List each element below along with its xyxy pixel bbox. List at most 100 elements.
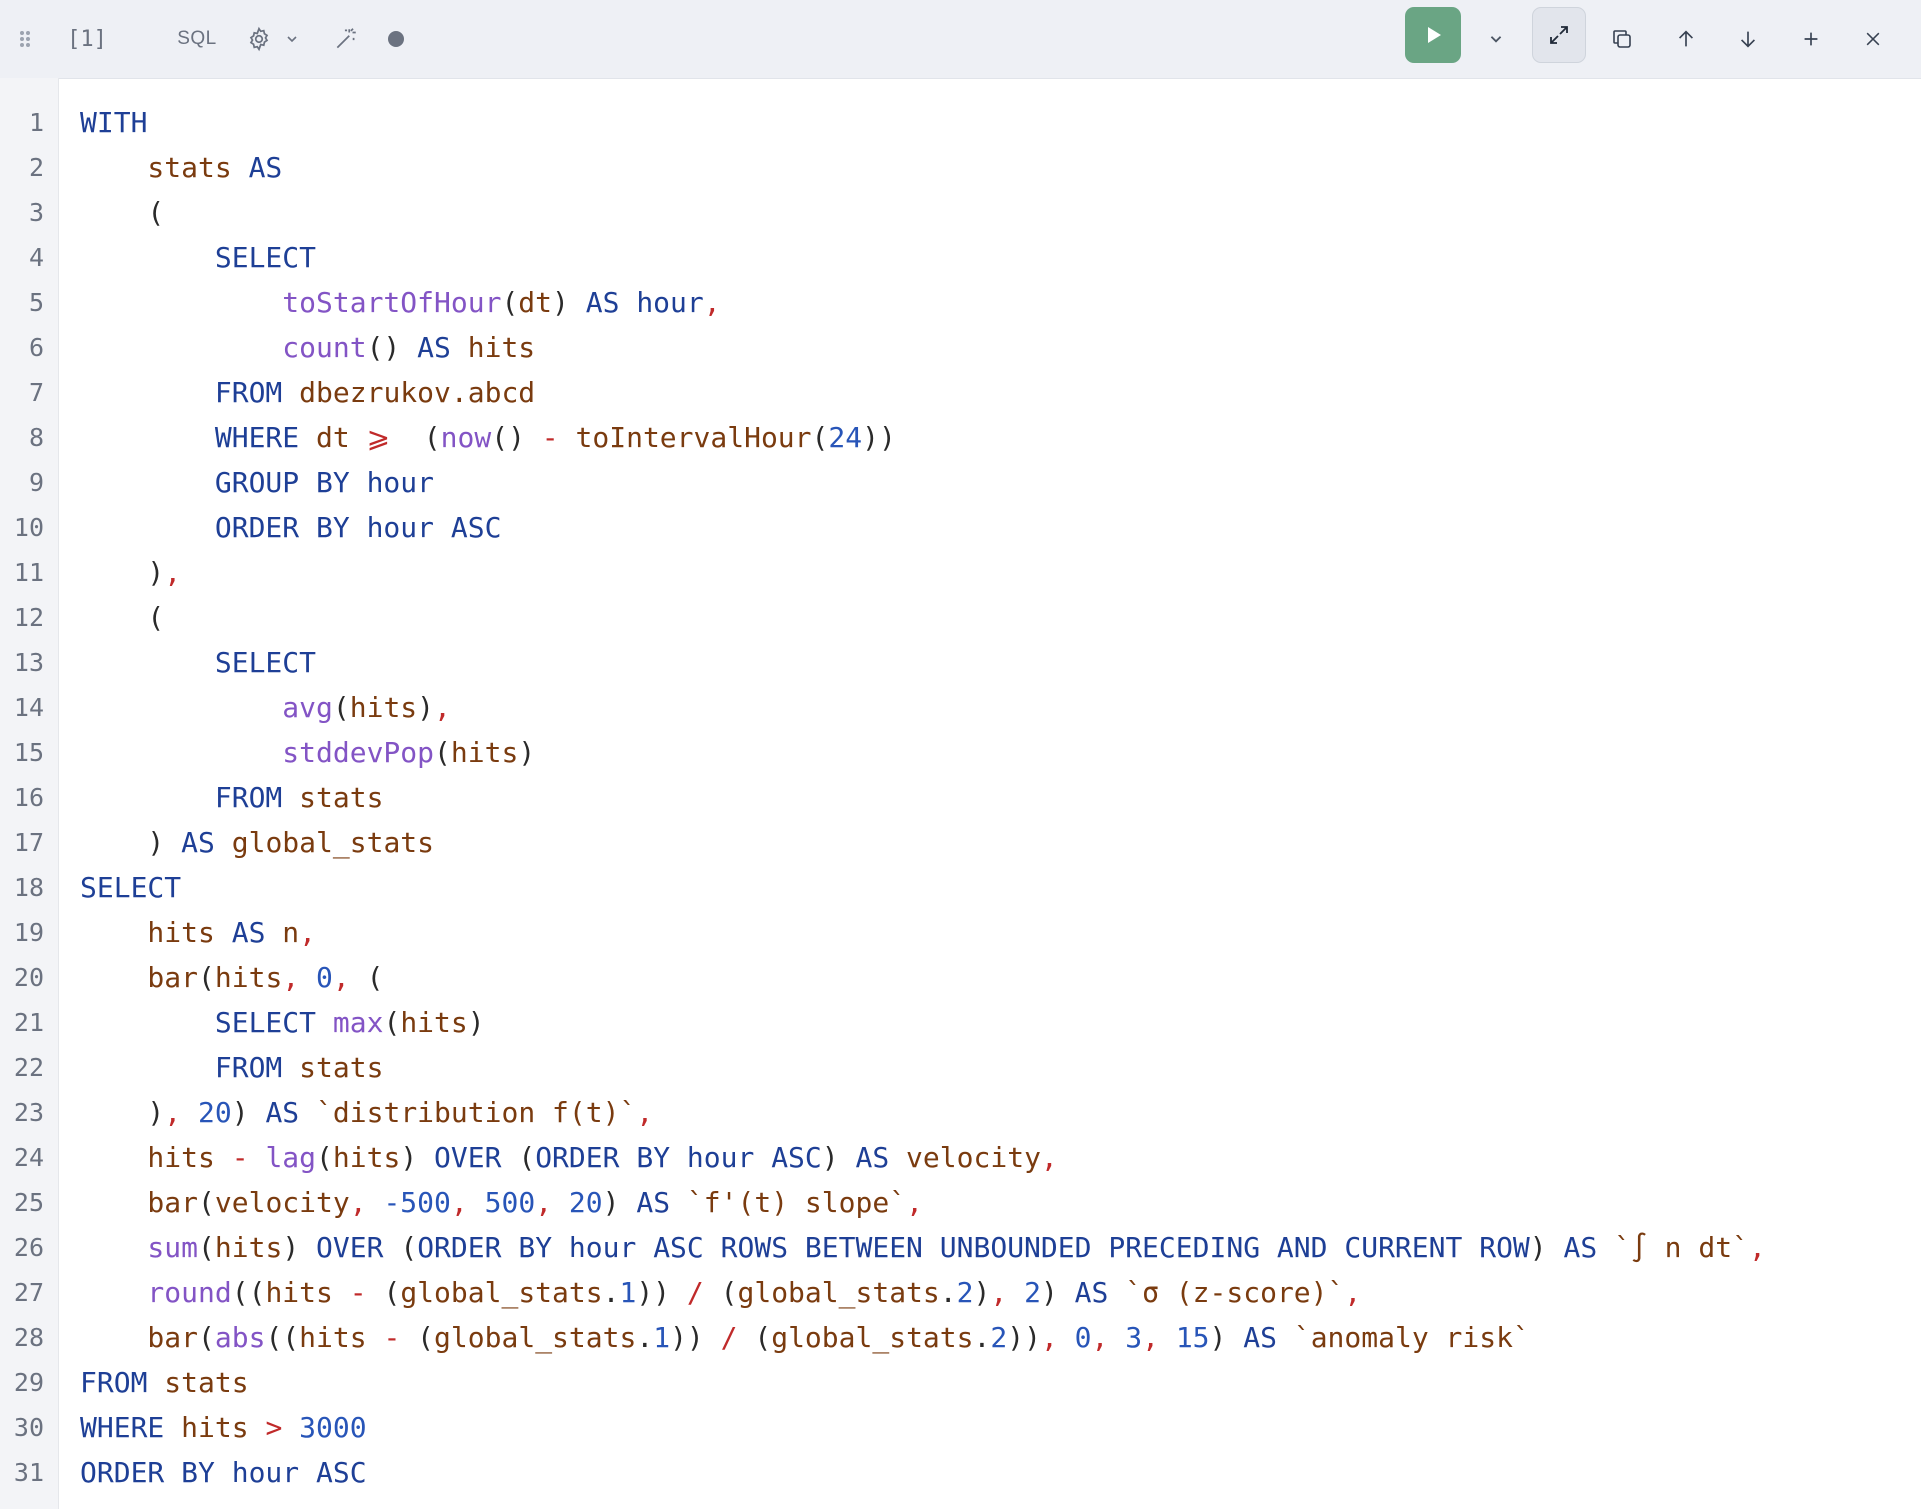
code-token: global_stats <box>771 1321 974 1354</box>
code-line[interactable]: 23 ), 20) AS `distribution f(t)`, <box>0 1090 1921 1135</box>
code-line[interactable]: 13 SELECT <box>0 640 1921 685</box>
code-line[interactable]: 8 WHERE dt ⩾ (now() - toIntervalHour(24)… <box>0 415 1921 460</box>
code-text[interactable]: SELECT <box>80 865 181 910</box>
code-line[interactable]: 19 hits AS n, <box>0 910 1921 955</box>
copy-icon[interactable] <box>1606 0 1638 78</box>
code-token: hour ASC <box>231 1456 367 1489</box>
code-token: global_stats <box>214 826 435 859</box>
code-token: ORDER BY <box>535 1141 671 1174</box>
code-line[interactable]: 18 SELECT <box>0 865 1921 910</box>
line-number: 7 <box>28 378 44 407</box>
code-text[interactable]: FROM stats <box>80 1045 384 1090</box>
code-token: max <box>332 1006 384 1039</box>
code-line[interactable]: 3 ( <box>0 190 1921 235</box>
run-options-chevron-icon[interactable] <box>1480 0 1512 78</box>
code-line[interactable]: 16 FROM stats <box>0 775 1921 820</box>
code-text[interactable]: bar(velocity, -500, 500, 20) AS `f'(t) s… <box>80 1180 923 1225</box>
code-text[interactable]: bar(abs((hits - (global_stats.1)) / (glo… <box>80 1315 1529 1360</box>
code-text[interactable]: ( <box>80 595 164 640</box>
code-text[interactable]: avg(hits), <box>80 685 451 730</box>
code-text[interactable]: stats AS <box>80 145 282 190</box>
code-token: ( <box>198 961 215 994</box>
code-token: AS <box>585 286 620 319</box>
code-line[interactable]: 22 FROM stats <box>0 1045 1921 1090</box>
code-line[interactable]: 17 ) AS global_stats <box>0 820 1921 865</box>
code-text[interactable]: SELECT <box>80 235 316 280</box>
code-text[interactable]: ), <box>80 550 181 595</box>
gear-icon[interactable] <box>244 0 274 78</box>
arrow-up-icon[interactable] <box>1670 0 1702 78</box>
code-line[interactable]: 27 round((hits - (global_stats.1)) / (gl… <box>0 1270 1921 1315</box>
code-line[interactable]: 26 sum(hits) OVER (ORDER BY hour ASC ROW… <box>0 1225 1921 1270</box>
code-token: toStartOfHour <box>80 286 502 319</box>
sql-editor[interactable]: 1 WITH 2 stats AS 3 (4 SELECT 5 toStartOfHou… <box>0 78 1921 1509</box>
code-text[interactable]: count() AS hits <box>80 325 535 370</box>
code-line[interactable]: 11 ), <box>0 550 1921 595</box>
code-text[interactable]: WITH <box>80 100 147 145</box>
run-button[interactable] <box>1405 7 1461 63</box>
code-text[interactable]: sum(hits) OVER (ORDER BY hour ASC ROWS B… <box>80 1225 1766 1270</box>
code-line[interactable]: 21 SELECT max(hits) <box>0 1000 1921 1045</box>
code-token: , <box>1748 1231 1766 1264</box>
code-line[interactable]: 25 bar(velocity, -500, 500, 20) AS `f'(t… <box>0 1180 1921 1225</box>
code-token: abs <box>214 1321 266 1354</box>
code-token: hits <box>265 1276 350 1309</box>
language-label[interactable]: SQL <box>170 0 224 78</box>
code-line[interactable]: 9 GROUP BY hour <box>0 460 1921 505</box>
code-text[interactable]: ), 20) AS `distribution f(t)`, <box>80 1090 653 1135</box>
code-line[interactable]: 2 stats AS <box>0 145 1921 190</box>
close-icon[interactable] <box>1857 0 1889 78</box>
code-text[interactable]: ORDER BY hour ASC <box>80 505 502 550</box>
code-token: AS <box>1243 1321 1277 1354</box>
code-line[interactable]: 5 toStartOfHour(dt) AS hour, <box>0 280 1921 325</box>
chevron-down-icon[interactable] <box>282 0 302 78</box>
code-text[interactable]: ) AS global_stats <box>80 820 434 865</box>
code-text[interactable]: SELECT max(hits) <box>80 1000 485 1045</box>
code-token: bar <box>80 1321 199 1354</box>
code-line[interactable]: 10 ORDER BY hour ASC <box>0 505 1921 550</box>
code-token: stats <box>80 151 249 184</box>
expand-button[interactable] <box>1532 7 1586 63</box>
code-line[interactable]: 20 bar(hits, 0, ( <box>0 955 1921 1000</box>
code-line[interactable]: 29 FROM stats <box>0 1360 1921 1405</box>
code-line[interactable]: 7 FROM dbezrukov.abcd <box>0 370 1921 415</box>
code-line[interactable]: 24 hits - lag(hits) OVER (ORDER BY hour … <box>0 1135 1921 1180</box>
code-token: ) <box>1209 1321 1244 1354</box>
code-line[interactable]: 15 stddevPop(hits) <box>0 730 1921 775</box>
code-text[interactable]: WHERE dt ⩾ (now() - toIntervalHour(24)) <box>80 415 896 460</box>
code-token: hits <box>332 1141 401 1174</box>
code-text[interactable]: SELECT <box>80 640 316 685</box>
line-number: 15 <box>13 738 44 767</box>
code-text[interactable]: FROM stats <box>80 1360 249 1405</box>
arrow-down-icon[interactable] <box>1732 0 1764 78</box>
code-token: ORDER BY <box>80 1456 215 1489</box>
code-token: 3000 <box>299 1411 367 1444</box>
code-text[interactable]: WHERE hits > 3000 <box>80 1405 367 1450</box>
magic-wand-icon[interactable] <box>330 0 362 78</box>
code-line[interactable]: 12 ( <box>0 595 1921 640</box>
code-text[interactable]: toStartOfHour(dt) AS hour, <box>80 280 720 325</box>
code-text[interactable]: ( <box>80 190 164 235</box>
code-text[interactable]: GROUP BY hour <box>80 460 434 505</box>
code-line[interactable]: 1 WITH <box>0 100 1921 145</box>
code-text[interactable]: bar(hits, 0, ( <box>80 955 383 1000</box>
code-line[interactable]: 6 count() AS hits <box>0 325 1921 370</box>
code-text[interactable]: round((hits - (global_stats.1)) / (globa… <box>80 1270 1361 1315</box>
line-number: 12 <box>13 603 44 632</box>
drag-handle-icon[interactable] <box>14 0 36 78</box>
code-text[interactable]: hits - lag(hits) OVER (ORDER BY hour ASC… <box>80 1135 1057 1180</box>
code-text[interactable]: FROM stats <box>80 775 384 820</box>
plus-icon[interactable] <box>1795 0 1827 78</box>
code-line[interactable]: 28 bar(abs((hits - (global_stats.1)) / (… <box>0 1315 1921 1360</box>
code-line[interactable]: 14 avg(hits), <box>0 685 1921 730</box>
code-line[interactable]: 31 ORDER BY hour ASC <box>0 1450 1921 1495</box>
code-token: hits <box>214 1231 283 1264</box>
code-text[interactable]: FROM dbezrukov.abcd <box>80 370 535 415</box>
code-text[interactable]: stddevPop(hits) <box>80 730 535 775</box>
code-line[interactable]: 30 WHERE hits > 3000 <box>0 1405 1921 1450</box>
code-text[interactable]: ORDER BY hour ASC <box>80 1450 367 1495</box>
code-line[interactable]: 4 SELECT <box>0 235 1921 280</box>
code-text[interactable]: hits AS n, <box>80 910 316 955</box>
code-token: ORDER BY <box>80 511 350 544</box>
